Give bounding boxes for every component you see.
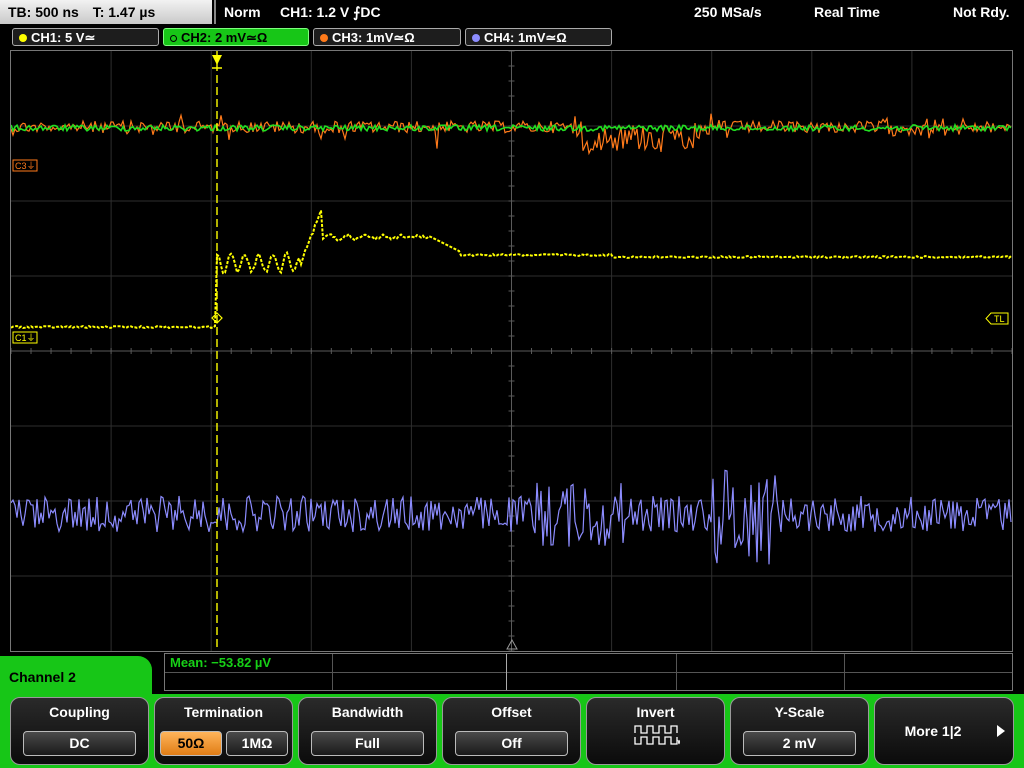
tab-ch1[interactable]: CH1: 5 V≃ <box>12 28 159 46</box>
invert-waveform-icon <box>634 725 680 745</box>
trigger-level-marker[interactable]: TL <box>985 312 1009 325</box>
status-divider <box>214 0 216 24</box>
ch3-dot-icon <box>320 34 328 42</box>
bandwidth-label: Bandwidth <box>331 704 404 720</box>
arrow-right-icon <box>997 725 1005 737</box>
status-bar: TB: 500 ns T: 1.47 µs Norm CH1: 1.2 V ⨍D… <box>0 0 1024 24</box>
invert-softkey[interactable]: Invert <box>586 697 725 765</box>
ch4-dot-icon <box>472 34 480 42</box>
termination-1mohm-option[interactable]: 1MΩ <box>226 731 288 756</box>
invert-label: Invert <box>636 704 675 720</box>
trigger-setting[interactable]: CH1: 1.2 V ⨍DC <box>280 0 381 24</box>
trigger-mode[interactable]: Norm <box>224 0 261 24</box>
measurement-divider <box>165 672 1012 673</box>
tl-marker-label: TL <box>994 314 1005 324</box>
waveform-display[interactable]: C3⏚ C1⏚ TL <box>10 50 1013 652</box>
mean-measurement: Mean: −53.82 µV <box>170 655 272 670</box>
ch2-dot-icon <box>170 35 177 42</box>
tab-ch4[interactable]: CH4: 1mV≃Ω <box>465 28 612 46</box>
offset-value[interactable]: Off <box>455 731 568 756</box>
measurement-divider <box>332 654 333 690</box>
yscale-value[interactable]: 2 mV <box>743 731 856 756</box>
menu-title: Channel 2 <box>0 656 152 700</box>
bandwidth-softkey[interactable]: Bandwidth Full <box>298 697 437 765</box>
tab-ch4-label: CH4: 1mV≃Ω <box>484 30 567 45</box>
offset-softkey[interactable]: Offset Off <box>442 697 581 765</box>
c1-marker-label: C1⏚ <box>15 333 36 343</box>
bandwidth-value[interactable]: Full <box>311 731 424 756</box>
more-softkey[interactable]: More 1|2 <box>874 697 1014 765</box>
tab-ch1-label: CH1: 5 V≃ <box>31 30 96 45</box>
yscale-softkey[interactable]: Y-Scale 2 mV <box>730 697 869 765</box>
c3-marker-label: C3⏚ <box>15 161 36 171</box>
termination-softkey[interactable]: Termination 50Ω 1MΩ <box>154 697 293 765</box>
tab-ch3[interactable]: CH3: 1mV≃Ω <box>313 28 461 46</box>
trigger-time-value: T: 1.47 µs <box>92 4 156 20</box>
waveform-canvas[interactable]: C3⏚ C1⏚ TL <box>11 51 1012 651</box>
ch1-dot-icon <box>19 34 27 42</box>
timebase-box[interactable]: TB: 500 ns T: 1.47 µs <box>0 0 212 24</box>
measurement-area[interactable]: Mean: −53.82 µV <box>164 653 1013 691</box>
tab-ch2-label: CH2: 2 mV≃Ω <box>181 30 268 45</box>
sample-rate: 250 MSa/s <box>694 4 762 20</box>
acquisition-mode[interactable]: Real Time <box>814 0 880 24</box>
measurement-divider <box>844 654 845 690</box>
ready-state: Not Rdy. <box>953 4 1010 20</box>
graticule <box>11 51 1012 651</box>
coupling-value[interactable]: DC <box>23 731 136 756</box>
measurement-divider <box>676 654 677 690</box>
termination-label: Termination <box>183 704 264 720</box>
offset-label: Offset <box>491 704 532 720</box>
ch3-ground-marker[interactable]: C3⏚ <box>12 159 38 172</box>
tab-ch3-label: CH3: 1mV≃Ω <box>332 30 415 45</box>
measurement-divider <box>506 654 507 690</box>
termination-50ohm-option[interactable]: 50Ω <box>160 731 222 756</box>
coupling-label: Coupling <box>49 704 110 720</box>
more-label: More 1|2 <box>904 723 962 739</box>
ch1-ground-marker[interactable]: C1⏚ <box>12 331 38 344</box>
yscale-label: Y-Scale <box>774 704 825 720</box>
trigger-arrow-icon <box>212 55 222 65</box>
timebase-value: TB: 500 ns <box>8 4 79 20</box>
tab-ch2[interactable]: CH2: 2 mV≃Ω <box>163 28 309 46</box>
coupling-softkey[interactable]: Coupling DC <box>10 697 149 765</box>
